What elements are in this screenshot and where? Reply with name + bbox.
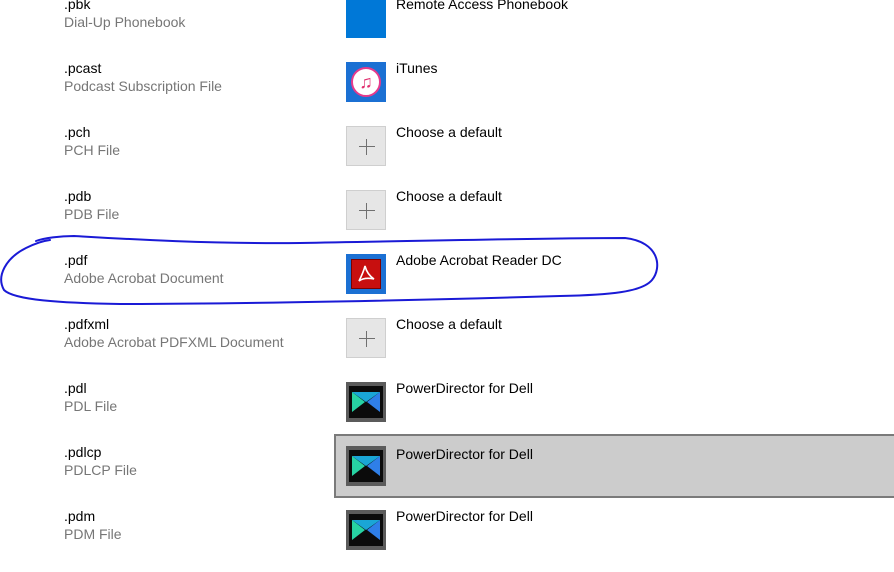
plus-icon — [346, 126, 386, 166]
music-note-icon: ♫ — [351, 67, 381, 97]
powerdirector-logo-icon — [352, 520, 380, 540]
extension-description: PDM File — [64, 526, 122, 542]
powerdirector-icon — [346, 382, 386, 422]
extension-description: Adobe Acrobat PDFXML Document — [64, 334, 284, 350]
extension-description: PDLCP File — [64, 462, 137, 478]
default-app-button[interactable]: Remote Access Phonebook — [334, 0, 894, 50]
extension-name: .pdfxml — [64, 316, 110, 332]
choose-default-button[interactable]: Choose a default — [334, 306, 894, 370]
extension-name: .pcast — [64, 60, 102, 76]
extension-description: PDB File — [64, 206, 120, 222]
default-app-name: Adobe Acrobat Reader DC — [396, 252, 562, 268]
itunes-icon: ♫ — [346, 62, 386, 102]
acrobat-document-icon — [351, 259, 381, 289]
extension-name: .pdf — [64, 252, 88, 268]
choose-default-button[interactable]: Choose a default — [334, 114, 894, 178]
default-app-name: Choose a default — [396, 188, 502, 204]
default-app-name: Remote Access Phonebook — [396, 0, 568, 12]
acrobat-swirl-icon — [358, 265, 375, 282]
powerdirector-icon — [346, 510, 386, 550]
default-app-name: Choose a default — [396, 316, 502, 332]
extension-description: Dial-Up Phonebook — [64, 14, 186, 30]
plus-icon — [346, 318, 386, 358]
default-app-button[interactable]: PowerDirector for Dell — [334, 498, 894, 562]
extension-description: PCH File — [64, 142, 121, 158]
extension-description: PDL File — [64, 398, 118, 414]
default-app-button[interactable]: ♫ iTunes — [334, 50, 894, 114]
powerdirector-logo-icon — [352, 392, 380, 412]
plus-icon — [346, 190, 386, 230]
default-app-button[interactable]: PowerDirector for Dell — [334, 370, 894, 434]
default-app-name: PowerDirector for Dell — [396, 508, 533, 524]
extension-name: .pdl — [64, 380, 87, 396]
default-app-name: PowerDirector for Dell — [396, 380, 533, 396]
extension-description: Podcast Subscription File — [64, 78, 222, 94]
powerdirector-icon — [346, 446, 386, 486]
default-app-button-selected[interactable]: PowerDirector for Dell — [334, 434, 894, 498]
powerdirector-logo-icon — [352, 456, 380, 476]
default-app-name: iTunes — [396, 60, 438, 76]
extension-name: .pdm — [64, 508, 96, 524]
extension-name: .pch — [64, 124, 91, 140]
default-app-name: Choose a default — [396, 124, 502, 140]
choose-default-button[interactable]: Choose a default — [334, 178, 894, 242]
acrobat-reader-icon — [346, 254, 386, 294]
extension-name: .pdb — [64, 188, 92, 204]
extension-description: Adobe Acrobat Document — [64, 270, 224, 286]
extension-name: .pdlcp — [64, 444, 102, 460]
default-app-button[interactable]: Adobe Acrobat Reader DC — [334, 242, 894, 306]
blue-tile-icon — [346, 0, 386, 38]
default-app-name: PowerDirector for Dell — [396, 446, 533, 462]
file-type-row-pdm: .pdm PDM File PowerDirector for Dell — [0, 508, 894, 572]
extension-name: .pbk — [64, 0, 91, 12]
